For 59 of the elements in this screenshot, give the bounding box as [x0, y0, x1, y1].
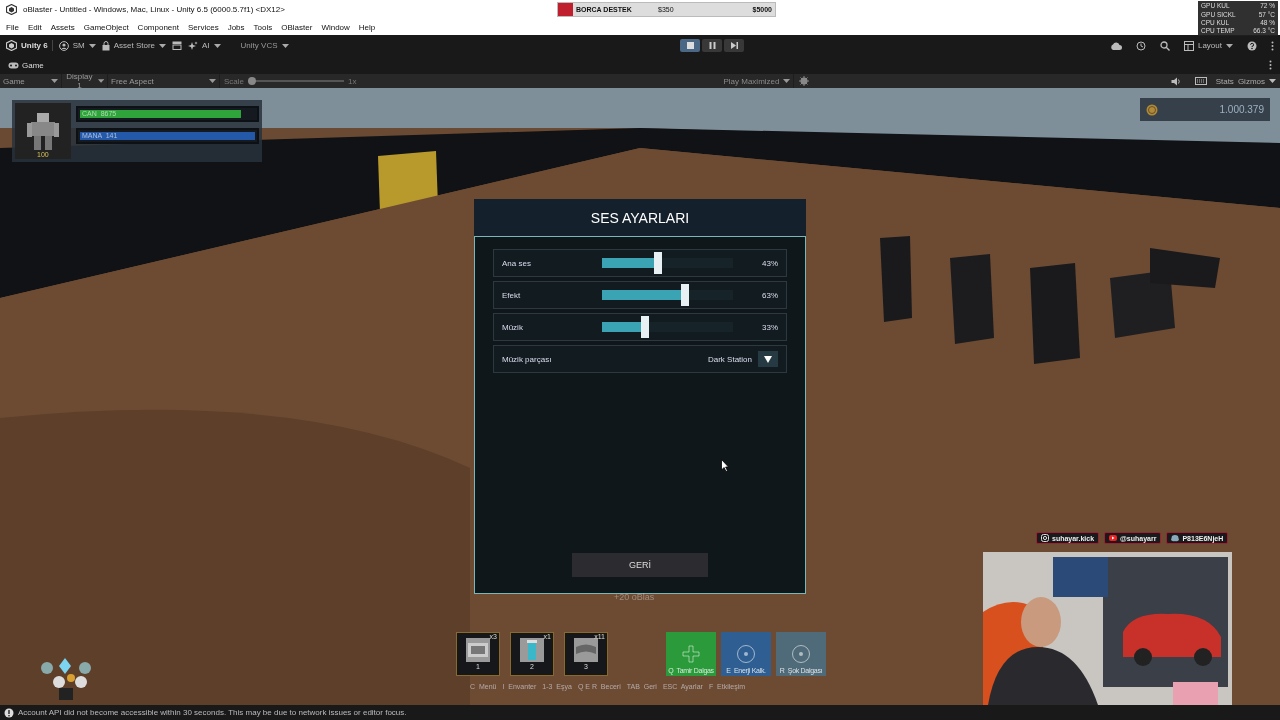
- menu-item[interactable]: Window: [321, 22, 350, 32]
- stop-button[interactable]: [680, 39, 700, 52]
- account-button[interactable]: Unity 6: [6, 40, 53, 51]
- menu-item[interactable]: Component: [137, 22, 179, 32]
- more-icon: [1269, 60, 1272, 70]
- status-message: Account API did not become accessible within 30 seconds. This may be due to network issues or editor focus.: [18, 708, 407, 717]
- slider-thumb[interactable]: [248, 77, 256, 85]
- caret-icon: [1226, 43, 1233, 48]
- caret-icon: [88, 43, 96, 48]
- caret-icon: [1269, 79, 1276, 83]
- speaker-icon: [1170, 76, 1181, 86]
- caret-icon: [209, 79, 216, 83]
- vcs-menu[interactable]: Unity VCS: [240, 41, 289, 50]
- caret-icon: [213, 43, 221, 48]
- menu-item[interactable]: GameObject: [83, 22, 129, 32]
- caret-icon: [783, 79, 791, 83]
- menu-item[interactable]: Jobs: [227, 22, 245, 32]
- unity-logo-icon: [6, 40, 17, 51]
- lock-icon: [101, 40, 110, 51]
- caret-icon: [159, 43, 167, 48]
- stop-icon: [684, 40, 696, 51]
- bug-icon: [799, 76, 810, 86]
- menu-item[interactable]: Edit: [27, 22, 42, 32]
- cloud-icon: [1109, 41, 1122, 50]
- caret-icon: [97, 79, 104, 83]
- ai-menu[interactable]: AI: [188, 40, 221, 51]
- window-title: oBlaster - Untitled - Windows, Mac, Linux - Unity 6.5 (6000.5.7f1) <DX12>: [23, 5, 285, 14]
- more-icon: [1271, 40, 1274, 51]
- caret-icon: [51, 79, 58, 83]
- menu-item[interactable]: File: [6, 22, 19, 32]
- scale-label: Scale: [223, 76, 245, 86]
- menu-item[interactable]: OBlaster: [281, 22, 313, 32]
- archive-icon: [172, 41, 183, 50]
- package-button[interactable]: [172, 41, 183, 50]
- layout-menu[interactable]: Layout: [1183, 40, 1233, 51]
- step-icon: [728, 40, 740, 51]
- gamepad-icon: [8, 61, 19, 69]
- sparkle-icon: [188, 40, 199, 51]
- caret-icon: [281, 43, 289, 48]
- stats-button[interactable]: Stats: [1215, 76, 1234, 86]
- scale-slider[interactable]: [248, 77, 344, 85]
- pause-button[interactable]: [702, 39, 722, 52]
- scale-value: 1x: [347, 76, 358, 86]
- gizmos-button[interactable]: Gizmos: [1237, 76, 1265, 86]
- asset-store-menu[interactable]: Asset Store: [101, 40, 167, 51]
- menu-item[interactable]: Tools: [253, 22, 273, 32]
- view-tab[interactable]: Game: [8, 60, 44, 70]
- user-menu[interactable]: SM: [58, 40, 96, 51]
- menu-item[interactable]: Services: [187, 22, 219, 32]
- layout-icon: [1183, 40, 1194, 51]
- menu-item[interactable]: Help: [358, 22, 376, 32]
- user-icon: [58, 40, 69, 51]
- unity-logo-icon: [6, 4, 17, 15]
- step-button[interactable]: [724, 39, 744, 52]
- keyboard-icon: [1194, 77, 1207, 85]
- menu-item[interactable]: Assets: [50, 22, 75, 32]
- history-icon: [1135, 40, 1146, 51]
- search-icon: [1159, 40, 1170, 51]
- help-icon: [1247, 40, 1257, 51]
